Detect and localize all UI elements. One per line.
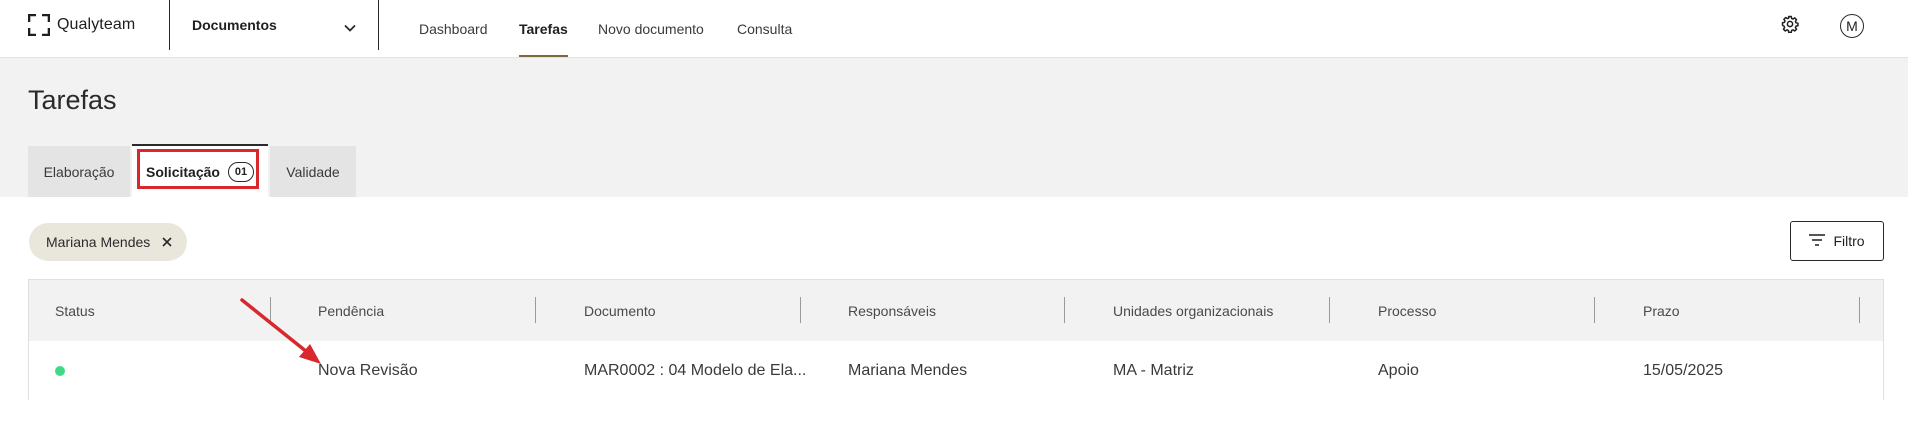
module-selector[interactable]: Documentos bbox=[170, 0, 378, 50]
filter-button[interactable]: Filtro bbox=[1790, 221, 1884, 261]
column-divider[interactable] bbox=[1859, 297, 1860, 323]
unidades-cell: MA - Matriz bbox=[1113, 361, 1194, 379]
table-row[interactable]: Nova Revisão MAR0002 : 04 Modelo de Ela.… bbox=[29, 341, 1883, 400]
status-indicator bbox=[55, 365, 65, 376]
tab-label: Validade bbox=[286, 163, 340, 180]
column-divider[interactable] bbox=[535, 297, 536, 323]
qualyteam-logo-icon bbox=[28, 14, 50, 36]
navbar-divider bbox=[378, 0, 379, 50]
nav-dashboard[interactable]: Dashboard bbox=[419, 0, 488, 57]
status-cell bbox=[55, 341, 65, 400]
column-divider[interactable] bbox=[1064, 297, 1065, 323]
logo-text: Qualyteam bbox=[57, 16, 136, 33]
table-header: Status Pendência Documento Responsáveis … bbox=[29, 280, 1883, 341]
filter-chip: Mariana Mendes bbox=[29, 223, 188, 261]
top-navbar: Qualyteam Documentos Dashboard Tarefas N… bbox=[0, 0, 1908, 58]
page-header: Tarefas Elaboração Solicitação 01 Valida… bbox=[0, 58, 1908, 197]
settings-button[interactable] bbox=[1778, 14, 1802, 38]
documento-cell[interactable]: MAR0002 : 04 Modelo de Ela... bbox=[584, 341, 806, 400]
tab-elaboracao[interactable]: Elaboração bbox=[28, 146, 130, 197]
tab-label: Elaboração bbox=[43, 163, 115, 180]
column-divider[interactable] bbox=[800, 297, 801, 323]
count-badge: 01 bbox=[227, 161, 254, 182]
tab-validade[interactable]: Validade bbox=[270, 146, 356, 197]
tasks-table: Status Pendência Documento Responsáveis … bbox=[28, 279, 1884, 400]
column-divider[interactable] bbox=[270, 297, 271, 323]
module-selector-label: Documentos bbox=[192, 17, 277, 33]
column-header-status[interactable]: Status bbox=[55, 280, 95, 341]
gear-icon bbox=[1781, 15, 1799, 38]
column-header-prazo[interactable]: Prazo bbox=[1643, 280, 1680, 341]
nav-tarefas[interactable]: Tarefas bbox=[519, 0, 568, 57]
avatar[interactable]: M bbox=[1840, 14, 1864, 38]
column-divider[interactable] bbox=[1329, 297, 1330, 323]
responsaveis-cell: Mariana Mendes bbox=[848, 361, 968, 379]
nav-novo-documento[interactable]: Novo documento bbox=[598, 0, 704, 57]
pendencia-cell: Nova Revisão bbox=[318, 361, 418, 379]
nav-consulta[interactable]: Consulta bbox=[737, 0, 792, 57]
processo-cell: Apoio bbox=[1378, 361, 1419, 379]
filter-chip-label: Mariana Mendes bbox=[46, 234, 151, 250]
column-header-responsaveis[interactable]: Responsáveis bbox=[848, 280, 936, 341]
chevron-down-icon bbox=[344, 19, 356, 37]
column-header-unidades[interactable]: Unidades organizacionais bbox=[1113, 280, 1273, 341]
column-header-documento[interactable]: Documento bbox=[584, 280, 656, 341]
prazo-cell: 15/05/2025 bbox=[1643, 361, 1724, 379]
filter-button-label: Filtro bbox=[1833, 233, 1865, 249]
close-icon[interactable] bbox=[162, 237, 172, 247]
page-title: Tarefas bbox=[28, 85, 117, 115]
column-header-processo[interactable]: Processo bbox=[1378, 280, 1436, 341]
tab-solicitacao[interactable]: Solicitação 01 bbox=[132, 144, 268, 197]
logo[interactable]: Qualyteam bbox=[28, 13, 135, 37]
column-header-pendencia[interactable]: Pendência bbox=[318, 280, 384, 341]
column-divider[interactable] bbox=[1594, 297, 1595, 323]
tab-label: Solicitação bbox=[146, 163, 220, 180]
filter-icon bbox=[1809, 233, 1833, 249]
